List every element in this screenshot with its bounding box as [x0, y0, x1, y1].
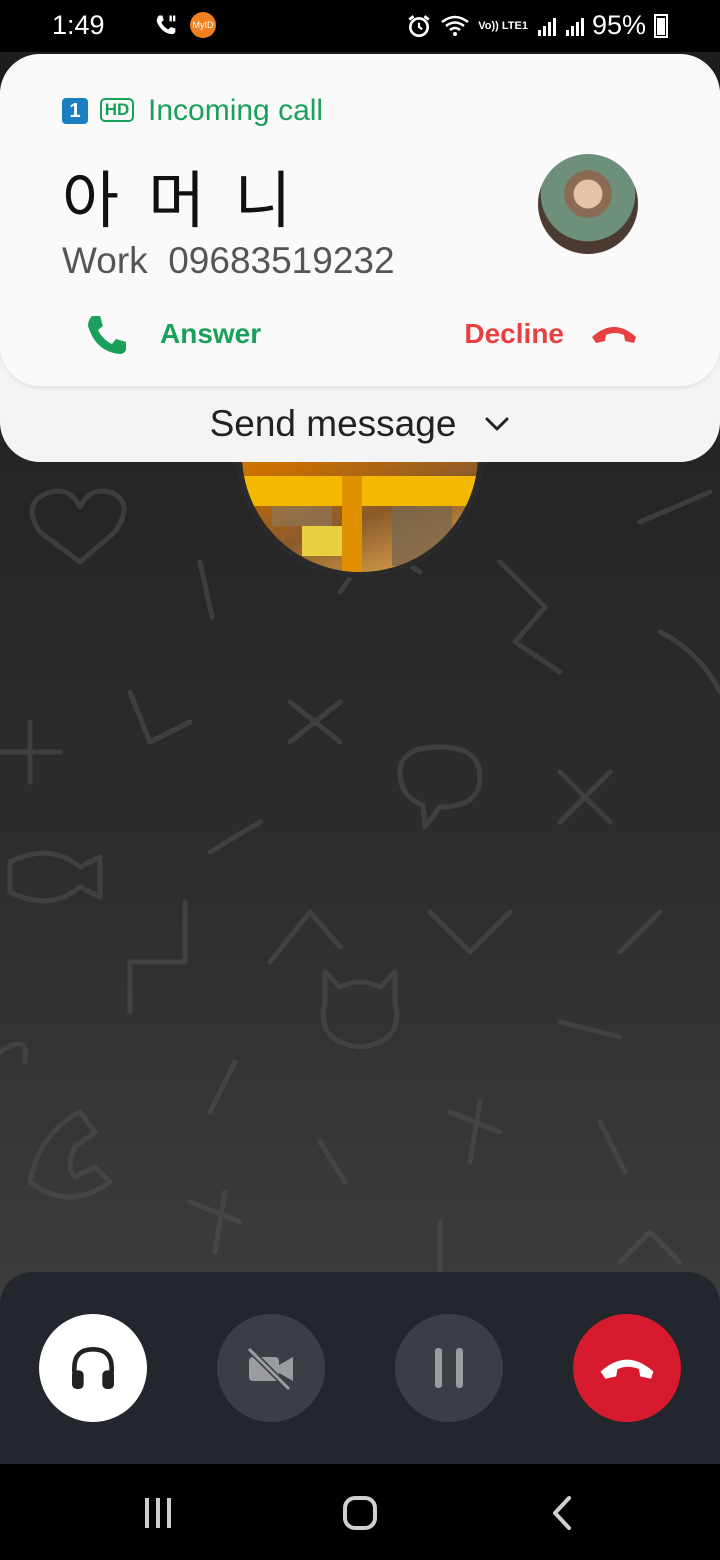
phone-decline-icon — [592, 327, 636, 343]
caller-avatar — [538, 154, 638, 254]
headset-icon — [72, 1346, 114, 1389]
hd-voice-icon: HD — [100, 98, 134, 122]
number-type: Work — [62, 240, 148, 281]
end-call-button[interactable] — [573, 1314, 681, 1422]
wifi-icon — [441, 15, 470, 36]
headset-button[interactable] — [39, 1314, 147, 1422]
hold-button[interactable] — [395, 1314, 503, 1422]
navigation-bar — [0, 1464, 720, 1560]
video-off-icon — [246, 1346, 293, 1392]
battery-percent: 95% — [591, 10, 646, 40]
phone-number: 09683519232 — [168, 240, 395, 281]
caller-name: 아 머 니 — [62, 167, 298, 236]
phone-answer-icon — [88, 316, 126, 354]
sim1-icon: 1 — [62, 98, 88, 124]
answer-button[interactable]: Answer — [84, 304, 261, 364]
video-call-button[interactable] — [217, 1314, 325, 1422]
alarm-icon — [408, 14, 430, 37]
pause-icon — [435, 1348, 463, 1388]
volte-indicator: Vo)) LTE1 — [478, 19, 528, 32]
decline-label: Decline — [464, 318, 564, 349]
recents-icon — [145, 1498, 171, 1528]
call-status-icon — [156, 15, 176, 35]
myid-app-icon: MyID — [190, 12, 216, 38]
incoming-call-card: 1 HD Incoming call 아 머 니 Work 0968351923… — [0, 54, 720, 462]
call-card-main: 1 HD Incoming call 아 머 니 Work 0968351923… — [0, 54, 720, 386]
back-icon — [553, 1496, 571, 1530]
incoming-call-label: Incoming call — [148, 94, 324, 127]
signal-icon-sim2 — [565, 17, 584, 36]
battery-icon — [654, 13, 668, 38]
home-icon — [343, 1496, 377, 1530]
end-call-icon — [600, 1359, 654, 1379]
status-bar: 1:49 MyID Vo)) LTE1 95% — [0, 0, 720, 52]
chevron-down-icon — [485, 417, 509, 431]
status-indicators: Vo)) LTE1 95% — [406, 10, 668, 41]
send-message-label: Send message — [209, 403, 457, 444]
caller-number-line: Work 09683519232 — [62, 240, 395, 282]
signal-icon-sim1 — [537, 17, 556, 36]
decline-button[interactable]: Decline — [464, 304, 638, 364]
answer-label: Answer — [160, 318, 262, 349]
back-button[interactable] — [532, 1488, 592, 1538]
home-button[interactable] — [330, 1488, 390, 1538]
recents-button[interactable] — [128, 1488, 188, 1538]
call-controls-bar — [0, 1272, 720, 1464]
status-time: 1:49 — [52, 10, 105, 40]
send-message-button[interactable]: Send message — [0, 394, 720, 454]
